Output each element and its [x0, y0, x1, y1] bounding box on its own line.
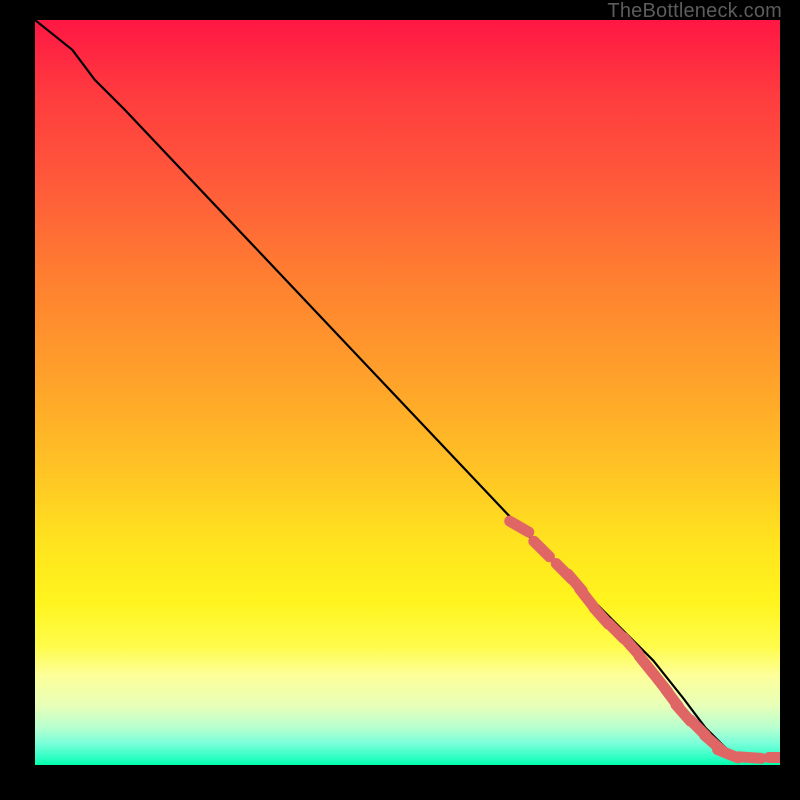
curve-line [35, 20, 780, 758]
plot-area [35, 20, 780, 765]
data-marker [534, 541, 550, 557]
chart-stage: TheBottleneck.com [0, 0, 800, 800]
chart-overlay [35, 20, 780, 765]
data-marker [510, 521, 529, 532]
marker-layer [510, 521, 780, 763]
data-marker [739, 757, 761, 759]
